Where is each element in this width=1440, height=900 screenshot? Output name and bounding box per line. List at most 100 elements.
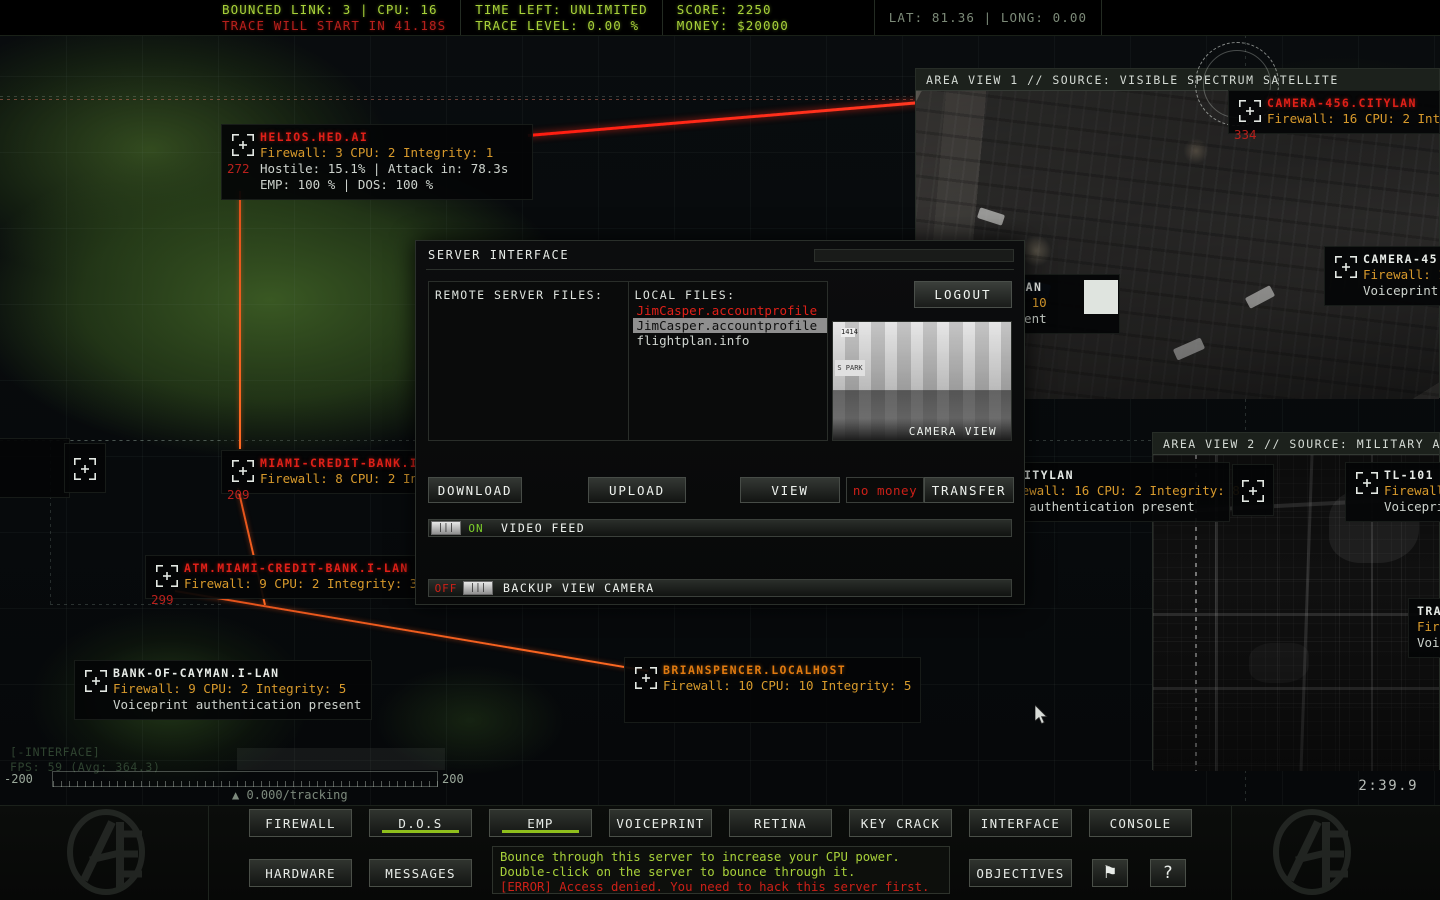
node-title: Bank-of-Cayman.i-lan bbox=[113, 666, 361, 681]
list-item[interactable]: JimCasper.accountprofile bbox=[633, 303, 828, 318]
camera-view-label: Camera view bbox=[909, 425, 997, 438]
hud-segment-time: Time left: unlimited Trace level: 0.00 % bbox=[461, 0, 663, 35]
server-node-helios[interactable]: HELIOS.HED.AI Firewall: 3 CPU: 2 Integri… bbox=[221, 124, 533, 200]
connection-link bbox=[239, 191, 241, 449]
trophy-icon-button[interactable]: ⚑ bbox=[1092, 859, 1128, 887]
tool-button-emp[interactable]: EMP bbox=[489, 809, 592, 837]
backup-camera-toggle-row[interactable]: OFF ||| Backup view camera bbox=[428, 579, 1012, 597]
help-icon-button[interactable]: ? bbox=[1150, 859, 1186, 887]
node-title: Miami-Credit-Bank.i- bbox=[260, 456, 433, 471]
node-number: 334 bbox=[1234, 127, 1257, 142]
slider-handle-icon[interactable]: ▲ bbox=[232, 788, 239, 802]
active-indicator bbox=[502, 830, 579, 833]
camera-view-thumbnail[interactable]: 1414 S PARK Camera view bbox=[832, 321, 1012, 441]
backup-camera-label: Backup view camera bbox=[503, 581, 655, 595]
message-console[interactable]: Bounce through this server to increase y… bbox=[492, 846, 950, 894]
local-files-panel[interactable]: Local files: JimCasper.accountprofile Ji… bbox=[629, 281, 829, 441]
debug-panel-background bbox=[237, 748, 445, 770]
tool-label: Firewall bbox=[265, 816, 336, 831]
node-sub1: Voiceprin bbox=[1384, 499, 1440, 515]
tool-label: D.O.S bbox=[398, 816, 442, 831]
node-stats: Firewall: 16 CPU: 2 Integ bbox=[1267, 111, 1440, 127]
he-logo-watermark-left bbox=[62, 808, 182, 896]
tool-button-messages[interactable]: Messages bbox=[369, 859, 472, 887]
toggle-knob[interactable]: ||| bbox=[463, 581, 493, 595]
crosshair-icon bbox=[154, 563, 180, 589]
node-stats: Firewall: 16 bbox=[1363, 267, 1440, 283]
tool-button-interface[interactable]: Interface bbox=[969, 809, 1072, 837]
tool-button-voiceprint[interactable]: Voiceprint bbox=[609, 809, 712, 837]
node-number: 209 bbox=[227, 487, 250, 502]
action-button-row: Download Upload View no money Transfer bbox=[428, 477, 1012, 503]
slider-caption: ▲ 0.000/tracking bbox=[232, 788, 348, 802]
server-node-camera-45x-clipped[interactable]: CAMERA-45 Firewall: 16 Voiceprint a bbox=[1324, 246, 1440, 306]
server-node-brianspencer-localhost[interactable]: BRIANSPENCER.LOCALHOST Firewall: 10 CPU:… bbox=[624, 657, 921, 723]
video-feed-toggle-row[interactable]: ||| ON Video feed bbox=[428, 519, 1012, 537]
view-button[interactable]: View bbox=[740, 477, 840, 503]
message-line-2: Double-click on the server to bounce thr… bbox=[500, 865, 942, 880]
server-node-tl-101[interactable]: TL-101 Firewall Voiceprin bbox=[1345, 462, 1440, 522]
tool-button-hardware[interactable]: Hardware bbox=[249, 859, 352, 887]
server-node-tra-clipped[interactable]: TRA Fir Voi bbox=[1408, 598, 1440, 658]
divider bbox=[426, 269, 1014, 270]
message-line-error: [ERROR] Access denied. You need to hack … bbox=[500, 880, 942, 895]
tool-button-retina[interactable]: Retina bbox=[729, 809, 832, 837]
selection-marker-white[interactable] bbox=[1084, 280, 1118, 314]
node-sub1: Voiceprint a bbox=[1363, 283, 1440, 299]
node-title: TRA bbox=[1417, 604, 1440, 619]
tool-button-key-crack[interactable]: Key Crack bbox=[849, 809, 952, 837]
list-item[interactable]: JimCasper.accountprofile bbox=[633, 318, 828, 333]
tool-label: Messages bbox=[385, 866, 456, 881]
server-node-atm-miami-credit-bank[interactable]: ATM.Miami-Credit-Bank.i-lan Firewall: 9 … bbox=[145, 555, 447, 599]
tracking-slider[interactable] bbox=[52, 771, 438, 787]
server-interface-title: Server interface bbox=[428, 248, 569, 262]
node-sub1: Hostile: 15.1% | Attack in: 78.3s bbox=[260, 161, 508, 177]
node-stats: Firewall: 8 CPU: 2 Inte bbox=[260, 471, 433, 487]
node-title: CAMERA-456.CITYLAN bbox=[1267, 96, 1440, 111]
node-title: CAMERA-45 bbox=[1363, 252, 1440, 267]
upload-button[interactable]: Upload bbox=[588, 477, 686, 503]
crosshair-icon bbox=[633, 665, 659, 691]
list-item[interactable]: flightplan.info bbox=[633, 333, 828, 348]
logout-button[interactable]: LOGOUT bbox=[914, 281, 1012, 308]
tool-label: Objectives bbox=[976, 866, 1064, 881]
crosshair-icon bbox=[1354, 470, 1380, 496]
server-node-left-clipped[interactable]: -LAN ity: 4 resent bbox=[0, 438, 70, 498]
node-number: 299 bbox=[151, 592, 174, 607]
node-sub1: int authentication present bbox=[999, 499, 1240, 515]
tool-button-dos[interactable]: D.O.S bbox=[369, 809, 472, 837]
crosshair-icon bbox=[230, 458, 256, 484]
server-node-o-citylan[interactable]: O.CITYLAN Firewall: 16 CPU: 2 Integrity:… bbox=[990, 462, 1230, 522]
crosshair-icon bbox=[230, 132, 256, 158]
node-sub1: Voiceprint authentication present bbox=[113, 697, 361, 713]
download-button[interactable]: Download bbox=[428, 477, 522, 503]
tool-button-firewall[interactable]: Firewall bbox=[249, 809, 352, 837]
node-stats: Firewall: 16 CPU: 2 Integrity: 8 bbox=[999, 483, 1240, 499]
local-file-list[interactable]: JimCasper.accountprofile JimCasper.accou… bbox=[629, 303, 828, 348]
video-feed-label: Video feed bbox=[501, 521, 585, 535]
he-logo-watermark-right bbox=[1268, 808, 1388, 896]
crosshair-icon bbox=[1237, 98, 1263, 124]
objectives-button[interactable]: Objectives bbox=[969, 859, 1072, 887]
server-node-bank-of-cayman[interactable]: Bank-of-Cayman.i-lan Firewall: 9 CPU: 2 … bbox=[74, 660, 372, 720]
node-stats: Firewall bbox=[1384, 483, 1440, 499]
crosshair-marker-citylan[interactable] bbox=[1232, 464, 1274, 516]
server-interface-window[interactable]: Server interface Remote server files: Lo… bbox=[415, 240, 1025, 605]
hud-segment-score: Score: 2250 Money: $20000 bbox=[663, 0, 875, 35]
tool-button-console[interactable]: Console bbox=[1089, 809, 1192, 837]
remote-files-panel[interactable]: Remote server files: bbox=[428, 281, 629, 441]
transfer-button[interactable]: Transfer bbox=[924, 477, 1014, 503]
crosshair-icon bbox=[72, 456, 98, 482]
crosshair-marker-left[interactable] bbox=[64, 443, 106, 493]
map-region-box bbox=[50, 440, 225, 441]
hud-time-left: Time left: unlimited bbox=[475, 2, 648, 18]
top-status-bar: Bounced link: 3 | CPU: 16 Trace will sta… bbox=[0, 0, 1440, 36]
toggle-knob[interactable]: ||| bbox=[431, 521, 461, 535]
tool-label: Hardware bbox=[265, 866, 336, 881]
file-panels: Remote server files: Local files: JimCas… bbox=[428, 281, 828, 441]
game-screen: Area view 1 // source: visible spectrum … bbox=[0, 0, 1440, 900]
server-node-camera-456-citylan[interactable]: CAMERA-456.CITYLAN Firewall: 16 CPU: 2 I… bbox=[1228, 90, 1440, 134]
local-files-header: Local files: bbox=[629, 282, 828, 302]
active-indicator bbox=[382, 830, 459, 833]
node-stats: Firewall: 3 CPU: 2 Integrity: 1 bbox=[260, 145, 508, 161]
